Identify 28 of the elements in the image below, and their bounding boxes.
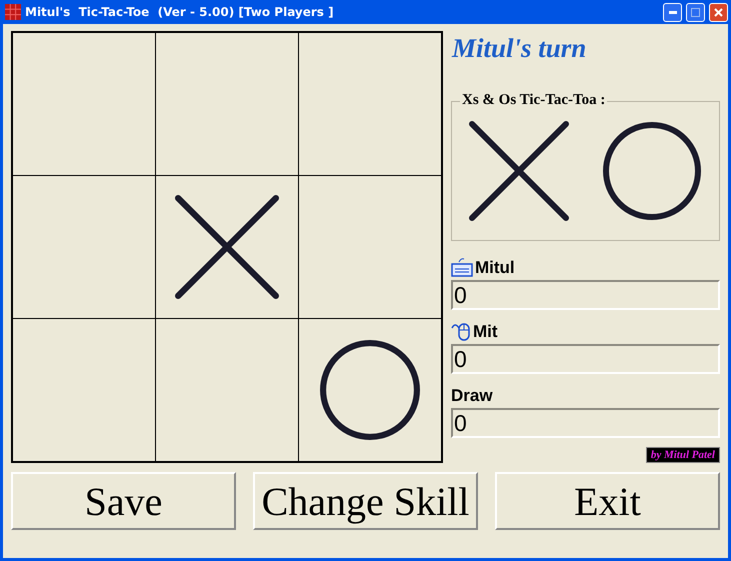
score-field: 0	[451, 408, 720, 438]
turn-label: Mitul's turn	[452, 33, 588, 65]
x-mark-icon	[174, 194, 279, 299]
o-mark-icon	[319, 339, 422, 442]
player-name: Mit	[473, 322, 498, 342]
action-button[interactable]: Change Skill	[253, 472, 478, 530]
minimize-button[interactable]	[663, 2, 682, 22]
close-icon	[714, 8, 723, 16]
minimize-icon	[668, 10, 676, 14]
player-name: Mitul	[475, 258, 515, 278]
board-square[interactable]	[298, 318, 442, 462]
board-square[interactable]	[298, 32, 442, 176]
keyboard-icon	[451, 258, 473, 278]
o-symbol-icon	[602, 121, 702, 221]
maximize-button[interactable]	[686, 2, 705, 22]
window-title: Mitul's Tic-Tac-Toe (Ver - 5.00) [Two Players ]	[25, 5, 335, 19]
maximize-icon	[691, 8, 700, 16]
close-button[interactable]	[709, 2, 728, 22]
player-name: Draw	[451, 386, 493, 406]
board-square[interactable]	[12, 318, 156, 462]
x-symbol-icon	[468, 121, 569, 221]
action-button[interactable]: Exit	[495, 472, 720, 530]
board-square[interactable]	[12, 32, 156, 176]
credit-label: by Mitul Patel	[646, 447, 720, 463]
action-button[interactable]: Save	[11, 472, 236, 530]
app-grid-icon	[5, 4, 21, 20]
score-field: 0	[451, 280, 720, 310]
score-field: 0	[451, 344, 720, 374]
